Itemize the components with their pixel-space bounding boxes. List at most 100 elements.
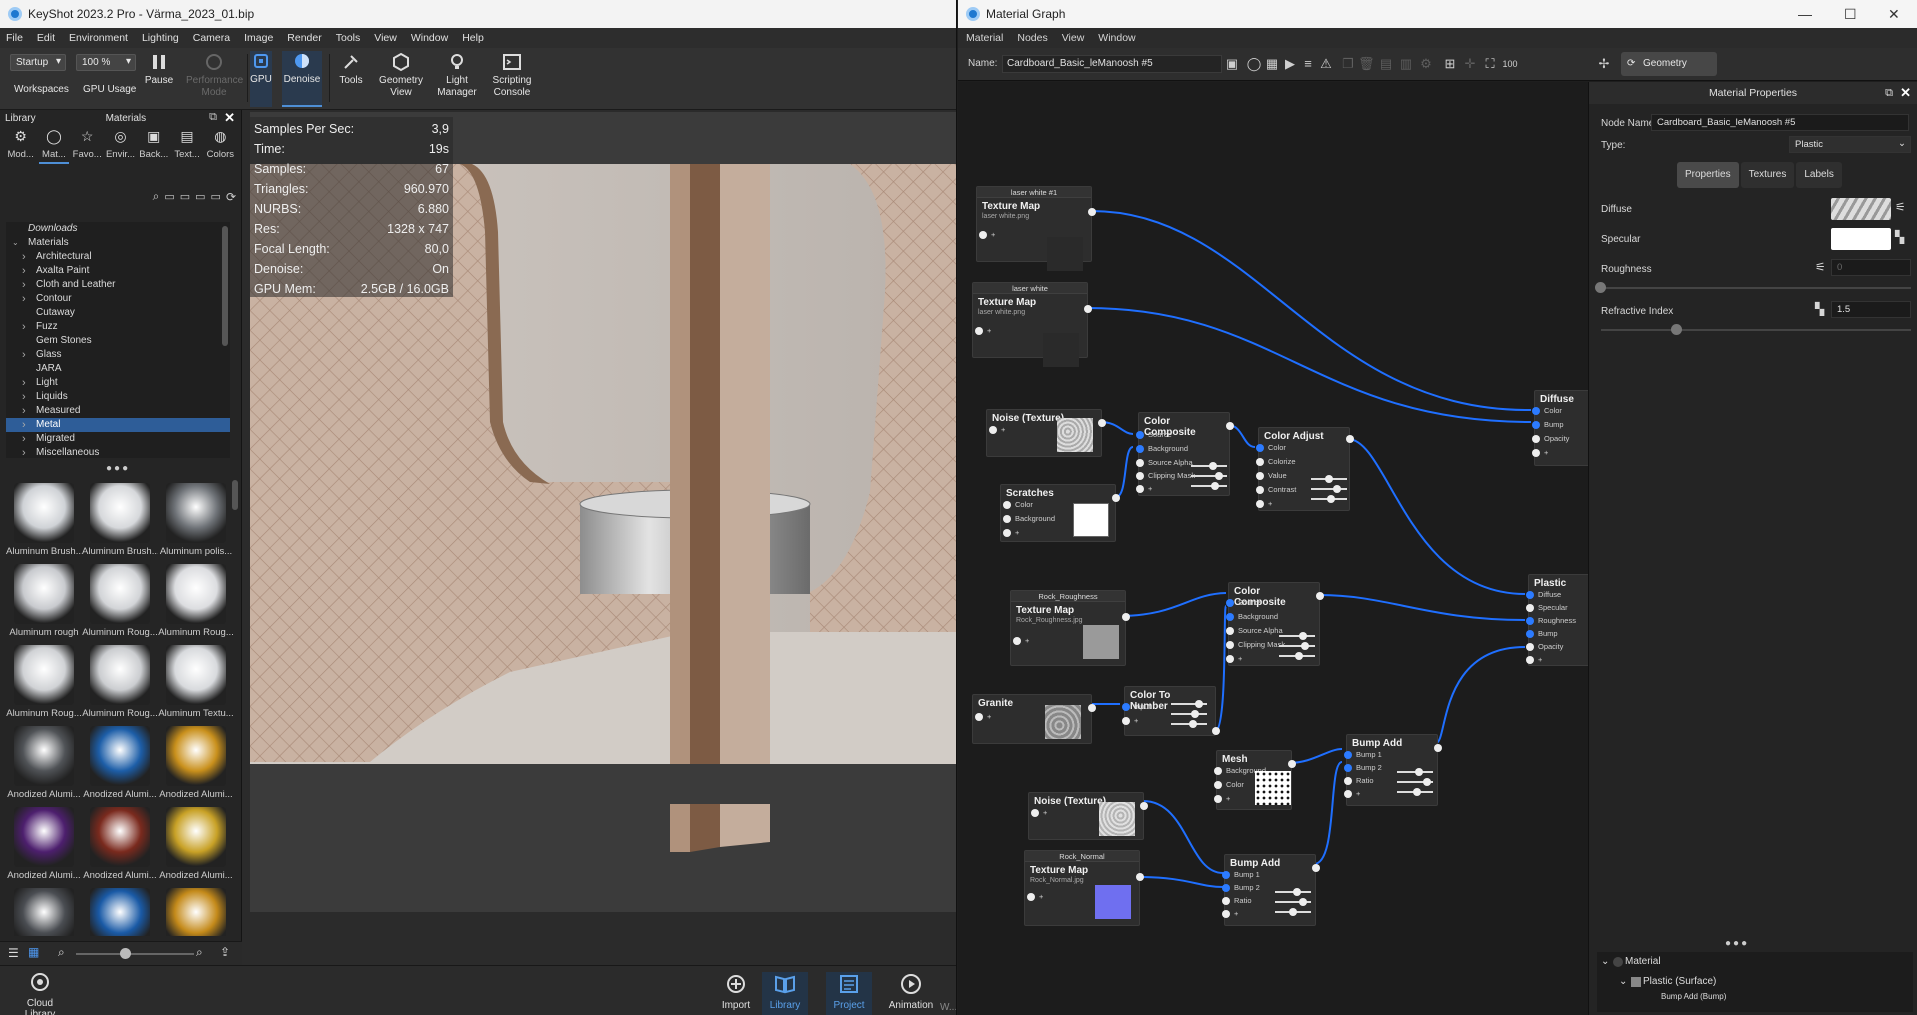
node-input-pin-bump[interactable]: Bump <box>1524 628 1558 640</box>
link-icon[interactable]: ⚙ <box>1418 56 1434 72</box>
zoom-in-icon[interactable]: ⌕ <box>196 945 203 960</box>
library-category-tab[interactable]: ▤ Text... <box>172 128 201 164</box>
menu-window[interactable]: Window <box>411 32 448 44</box>
tree-item[interactable]: JARA <box>6 362 230 376</box>
texture-checker-icon[interactable]: ▚ <box>1815 302 1824 316</box>
ungroup-icon[interactable]: ▥ <box>1398 56 1414 72</box>
material-thumbnail[interactable]: Aluminum Brush... <box>6 478 82 558</box>
tree-item[interactable]: › Miscellaneous <box>6 446 230 458</box>
node-input-pin[interactable]: + <box>1029 807 1047 819</box>
node-texture-map-laser-white[interactable]: laser white Texture Map laser white.png … <box>972 282 1092 367</box>
node-input-pin[interactable]: + <box>1530 447 1548 459</box>
material-thumbnail[interactable]: Aluminum polis... <box>158 478 234 558</box>
material-thumbnail[interactable]: Aluminum Brush... <box>82 478 158 558</box>
tab-properties[interactable]: Properties <box>1677 162 1739 188</box>
node-input-pin-roughness[interactable]: Roughness <box>1524 615 1576 627</box>
node-input-pin-opacity[interactable]: Opacity <box>1530 433 1569 445</box>
sphere-preview-icon[interactable]: ◯ <box>1246 56 1262 72</box>
refractive-index-slider[interactable] <box>1601 329 1911 331</box>
node-output-pin[interactable] <box>1346 435 1354 443</box>
node-input-pin[interactable]: + <box>1254 498 1272 510</box>
node-mesh[interactable]: Mesh Background Color + <box>1213 750 1296 810</box>
node-input-pin-color[interactable]: Color <box>1530 405 1562 417</box>
node-plastic[interactable]: Plastic Diffuse Specular Roughness Bump … <box>1525 574 1588 666</box>
node-texture-map-rock-roughness[interactable]: Rock_Roughness Texture Map Rock_Roughnes… <box>1010 590 1130 666</box>
menu-view[interactable]: View <box>374 32 397 44</box>
zoom-out-icon[interactable]: ⌕ <box>58 945 65 960</box>
tree-item[interactable]: Cutaway <box>6 306 230 320</box>
denoise-button[interactable]: Denoise <box>282 51 322 107</box>
node-output-pin[interactable] <box>1122 613 1130 621</box>
node-input-pin-input[interactable]: Input <box>1120 701 1151 713</box>
node-input-pin-diffuse[interactable]: Diffuse <box>1524 589 1561 601</box>
node-color-to-number[interactable]: Color To Number Input + <box>1121 686 1220 736</box>
node-input-pin[interactable]: + <box>1342 788 1360 800</box>
node-input-pin-source-alpha[interactable]: Source Alpha <box>1224 625 1283 637</box>
tree-item[interactable]: › Glass <box>6 348 230 362</box>
geometry-view-button[interactable]: Geometry View <box>378 52 424 99</box>
material-thumbnail[interactable]: Anodized Alumi... <box>158 802 234 882</box>
import-button[interactable]: Import <box>718 972 754 1011</box>
undock-icon[interactable]: ⧉ <box>1885 82 1893 104</box>
material-thumbnail[interactable]: Anodized Alumi... <box>82 721 158 801</box>
slider-knob[interactable] <box>120 948 131 959</box>
node-texture-map-rock-normal[interactable]: Rock_Normal Texture Map Rock_Normal.jpg … <box>1024 850 1144 926</box>
tree-scrollbar[interactable] <box>222 226 228 346</box>
fit-view-icon[interactable]: ⛶ <box>1482 56 1498 72</box>
node-input-pin-contrast[interactable]: Contrast <box>1254 484 1296 496</box>
node-input-pin-opacity[interactable]: Opacity <box>1524 641 1563 653</box>
material-thumbnail[interactable]: Aluminum Roug... <box>82 559 158 639</box>
tree-item[interactable]: › Measured <box>6 404 230 418</box>
node-input-pin-color[interactable]: Color <box>1254 442 1286 454</box>
material-thumbnail[interactable]: Aluminum Roug... <box>158 559 234 639</box>
node-texture-map-laser-white-1[interactable]: laser white #1 Texture Map laser white.p… <box>976 186 1096 271</box>
node-granite[interactable]: Granite + <box>972 694 1096 744</box>
zoom-100-icon[interactable]: 100 <box>1502 56 1518 72</box>
node-bump-add-2[interactable]: Bump Add Bump 1 Bump 2 Ratio + <box>1221 854 1320 926</box>
performance-mode-button[interactable]: Performance Mode <box>186 52 243 99</box>
grid-view-icon[interactable]: ▦ <box>28 945 39 959</box>
pause-button[interactable]: Pause <box>144 52 174 87</box>
node-params-icon[interactable] <box>1397 767 1433 797</box>
tree-item[interactable]: › Fuzz <box>6 320 230 334</box>
tree-item-bump[interactable]: Bump Add (Bump) <box>1597 992 1913 1002</box>
node-input-pin-clipping-mask[interactable]: Clipping Mask <box>1224 639 1285 651</box>
node-input-pin-background[interactable]: Background <box>1134 443 1188 455</box>
node-params-icon[interactable] <box>1171 699 1207 729</box>
folder-remove-icon[interactable]: ▭ <box>195 190 205 203</box>
folder-icon[interactable]: ▭ <box>164 190 174 203</box>
tree-item-materials[interactable]: ⌄ Materials <box>6 236 230 250</box>
menu-lighting[interactable]: Lighting <box>142 32 179 44</box>
menu-window[interactable]: Window <box>1098 32 1135 44</box>
node-input-pin[interactable]: + <box>1134 483 1152 495</box>
menu-environment[interactable]: Environment <box>69 32 128 44</box>
group-icon[interactable]: ▤ <box>1378 56 1394 72</box>
thumbnail-scrollbar[interactable] <box>232 480 238 510</box>
search-icon[interactable]: ⌕ <box>153 189 160 204</box>
menu-image[interactable]: Image <box>244 32 273 44</box>
graph-settings-icon[interactable]: ✢ <box>1596 56 1612 72</box>
node-input-pin-color[interactable]: Color <box>1001 499 1033 511</box>
tree-item-plastic[interactable]: ⌄ Plastic (Surface) <box>1597 972 1913 992</box>
node-scratches[interactable]: Scratches Color Background + <box>1000 484 1120 542</box>
tree-item[interactable]: › Light <box>6 376 230 390</box>
material-thumbnail[interactable] <box>82 883 158 936</box>
library-category-tab[interactable]: ◯ Mat... <box>39 128 69 164</box>
material-thumbnail[interactable]: Aluminum Roug... <box>82 640 158 720</box>
node-input-pin-bump-2[interactable]: Bump 2 <box>1342 762 1382 774</box>
node-input-pin[interactable]: + <box>1120 715 1138 727</box>
node-color-adjust[interactable]: Color Adjust Color Colorize Value Contra… <box>1255 427 1354 511</box>
roughness-slider-knob[interactable] <box>1595 282 1606 293</box>
node-input-pin-ratio[interactable]: Ratio <box>1342 775 1374 787</box>
list-view-icon[interactable]: ☰ <box>8 946 19 960</box>
menu-nodes[interactable]: Nodes <box>1017 32 1047 44</box>
material-thumbnail[interactable]: Anodized Alumi... <box>6 802 82 882</box>
center-icon[interactable]: ✛ <box>1462 56 1478 72</box>
library-category-tab[interactable]: ⚙ Mod... <box>6 128 35 164</box>
node-output-pin[interactable] <box>1136 873 1144 881</box>
menu-camera[interactable]: Camera <box>193 32 230 44</box>
node-input-pin[interactable]: + <box>973 325 991 337</box>
menu-help[interactable]: Help <box>462 32 484 44</box>
tree-item[interactable]: › Contour <box>6 292 230 306</box>
gpu-button[interactable]: GPU <box>250 51 272 107</box>
